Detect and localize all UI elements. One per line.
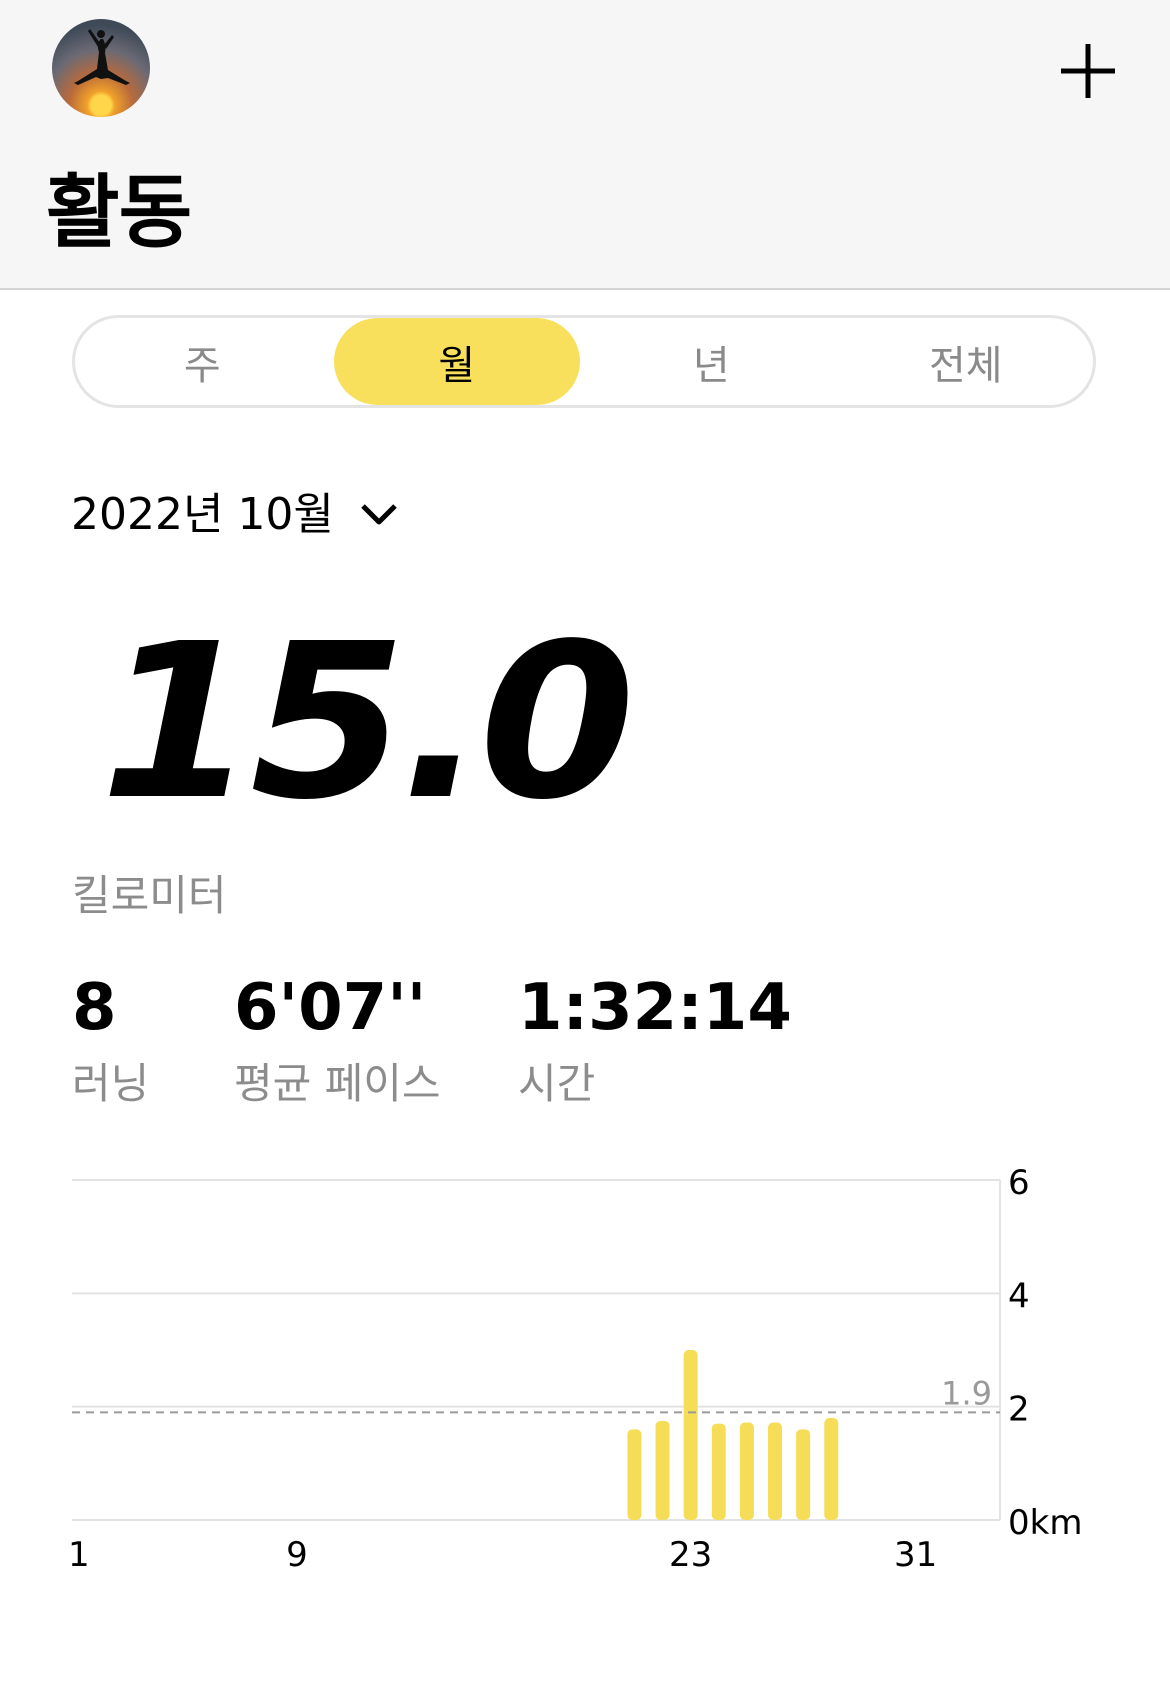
add-button[interactable] — [1055, 38, 1121, 104]
period-dropdown[interactable]: 2022년 10월 — [71, 486, 398, 544]
y-tick-label: 0km — [1008, 1503, 1082, 1543]
y-tick-label: 4 — [1008, 1276, 1030, 1316]
page-title: 활동 — [46, 166, 192, 259]
pace-label: 평균 페이스 — [234, 1059, 441, 1108]
total-distance: 15.0 — [100, 598, 635, 847]
avatar[interactable] — [52, 19, 150, 117]
tab-all[interactable]: 전체 — [843, 318, 1090, 405]
y-tick-label: 2 — [1008, 1390, 1030, 1430]
x-tick-label: 9 — [286, 1535, 308, 1575]
period-tabs: 주 월 년 전체 — [72, 315, 1096, 408]
time-value: 1:32:14 — [518, 971, 792, 1045]
x-tick-label: 23 — [669, 1535, 712, 1575]
chart-bar — [655, 1420, 670, 1520]
monthly-distance-chart: 0km 2 4 6 1.9 1 9 23 31 — [68, 1163, 1082, 1575]
y-tick-label: 6 — [1008, 1163, 1030, 1203]
tab-year[interactable]: 년 — [588, 318, 835, 405]
chevron-down-icon — [361, 504, 397, 525]
distance-unit: 킬로미터 — [72, 871, 227, 920]
header: 활동 — [0, 0, 1170, 290]
plus-icon — [1061, 44, 1115, 98]
runs-value: 8 — [72, 971, 117, 1045]
profile-photo — [74, 29, 130, 85]
chart-bar — [683, 1350, 698, 1520]
chart-bar — [824, 1418, 839, 1520]
tab-week[interactable]: 주 — [79, 318, 326, 405]
time-label: 시간 — [518, 1059, 596, 1108]
chart-bar — [711, 1423, 726, 1520]
tab-month[interactable]: 월 — [333, 318, 580, 405]
period-label: 2022년 10월 — [71, 489, 334, 540]
stat-pace: 6'07'' 평균 페이스 — [234, 972, 441, 1111]
runs-label: 러닝 — [72, 1059, 150, 1108]
x-tick-label: 31 — [894, 1535, 937, 1575]
pace-value: 6'07'' — [234, 971, 427, 1045]
stat-time: 1:32:14 시간 — [518, 972, 792, 1111]
chart-bar — [739, 1422, 754, 1520]
x-tick-label: 1 — [68, 1535, 90, 1575]
stat-runs: 8 러닝 — [72, 972, 149, 1111]
chart-bar — [627, 1429, 642, 1520]
chart-bar — [796, 1429, 811, 1520]
chart-bar — [768, 1422, 783, 1520]
average-label: 1.9 — [941, 1374, 992, 1412]
